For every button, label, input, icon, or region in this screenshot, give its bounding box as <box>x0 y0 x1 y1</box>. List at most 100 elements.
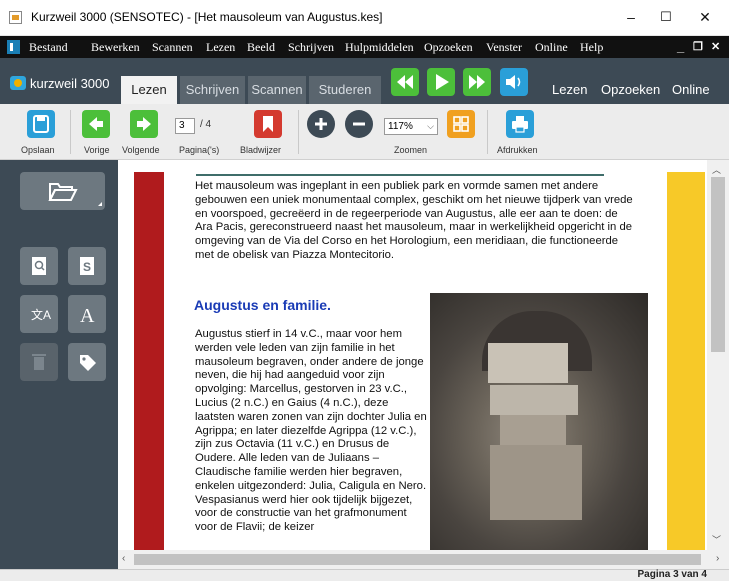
horizontal-scrollbar[interactable]: ‹ › <box>118 550 729 569</box>
save-icon <box>33 115 49 133</box>
red-decoration-bar <box>134 172 164 550</box>
vertical-scrollbar[interactable]: ︿ ﹀ <box>707 160 729 550</box>
bookmark-button[interactable] <box>254 110 282 138</box>
next-page-button[interactable] <box>130 110 158 138</box>
arrow-left-icon <box>89 117 103 131</box>
minimize-button[interactable]: – <box>616 6 646 28</box>
play-button[interactable] <box>427 68 455 96</box>
scroll-left-icon[interactable]: ‹ <box>122 553 125 564</box>
tab-studeren[interactable]: Studeren <box>309 76 381 104</box>
vertical-scroll-thumb[interactable] <box>711 177 725 352</box>
brand: kurzweil 3000 <box>10 76 110 96</box>
save-button[interactable] <box>27 110 55 138</box>
menu-schrijven[interactable]: Schrijven <box>288 40 334 55</box>
zoom-select[interactable]: 117% ⌵ <box>384 118 438 135</box>
menu-bestand[interactable]: Bestand <box>29 40 68 55</box>
play-icon <box>436 74 449 90</box>
tag-button[interactable] <box>68 343 106 381</box>
kurzweil-icon <box>10 76 26 90</box>
save-label: Opslaan <box>21 145 55 155</box>
scroll-right-icon[interactable]: › <box>716 553 719 564</box>
close-button[interactable]: ✕ <box>690 6 720 28</box>
speaker-icon <box>506 75 521 89</box>
svg-text:A: A <box>80 305 95 327</box>
arrow-right-icon <box>137 117 151 131</box>
toolbar-divider <box>298 110 299 154</box>
plus-icon <box>315 118 327 130</box>
tag-icon <box>80 355 96 371</box>
maximize-button[interactable]: ☐ <box>651 6 681 28</box>
nav-online[interactable]: Online <box>672 82 710 97</box>
nav-opzoeken[interactable]: Opzoeken <box>601 82 660 97</box>
search-document-icon <box>32 257 46 275</box>
zoom-out-button[interactable] <box>345 110 373 138</box>
delete-button[interactable] <box>20 343 58 381</box>
rewind-button[interactable] <box>391 68 419 96</box>
nav-lezen[interactable]: Lezen <box>552 82 587 97</box>
find-word-button[interactable] <box>20 247 58 285</box>
zoom-label: Zoomen <box>394 145 428 155</box>
page-label: Pagina('s) <box>179 145 220 155</box>
menu-hulpmiddelen[interactable]: Hulpmiddelen <box>345 40 414 55</box>
svg-text:S: S <box>83 260 91 274</box>
menu-online[interactable]: Online <box>535 40 568 55</box>
fast-forward-button[interactable] <box>463 68 491 96</box>
open-file-button[interactable] <box>20 172 105 210</box>
mausoleum-photo <box>430 293 648 550</box>
toolbar: Opslaan Vorige Volgende Pagina('s) Bladw… <box>0 104 729 160</box>
tab-lezen[interactable]: Lezen <box>121 76 177 104</box>
print-label: Afdrukken <box>497 145 538 155</box>
zoom-in-button[interactable] <box>307 110 335 138</box>
spell-button[interactable]: S <box>68 247 106 285</box>
brand-name: kurzweil 3000 <box>30 76 110 91</box>
app-icon <box>9 11 22 24</box>
spelling-icon: S <box>80 257 94 275</box>
paragraph-2: Augustus stierf in 14 v.C., maar voor he… <box>195 328 427 534</box>
menu-beeld[interactable]: Beeld <box>247 40 275 55</box>
doc-close-button[interactable]: ✕ <box>711 40 720 53</box>
tab-schrijven[interactable]: Schrijven <box>180 76 245 104</box>
menu-scannen[interactable]: Scannen <box>152 40 193 55</box>
volume-button[interactable] <box>500 68 528 96</box>
horizontal-scroll-thumb[interactable] <box>134 554 701 565</box>
scroll-up-icon[interactable]: ︿ <box>712 163 721 176</box>
next-label: Volgende <box>122 145 160 155</box>
minus-icon <box>353 122 365 126</box>
translate-icon: 文A <box>31 307 51 322</box>
window-title: Kurzweil 3000 (SENSOTEC) - [Het mausoleu… <box>31 10 383 24</box>
menu-opzoeken[interactable]: Opzoeken <box>424 40 473 55</box>
menu-bewerken[interactable]: Bewerken <box>91 40 140 55</box>
toolbar-divider <box>487 110 488 154</box>
fit-page-button[interactable] <box>447 110 475 138</box>
folder-open-icon <box>48 183 102 206</box>
kurzweil-logo-icon <box>7 40 20 54</box>
translate-button[interactable]: 文A <box>20 295 58 333</box>
yellow-decoration-bar <box>667 172 705 550</box>
doc-restore-button[interactable]: ❐ <box>693 40 703 53</box>
menu-lezen[interactable]: Lezen <box>206 40 235 55</box>
bookmark-label: Bladwijzer <box>240 145 282 155</box>
prev-page-button[interactable] <box>82 110 110 138</box>
document-viewer[interactable]: Het mausoleum was ingeplant in een publi… <box>118 160 707 550</box>
menu-venster[interactable]: Venster <box>486 40 522 55</box>
trash-icon <box>32 354 46 370</box>
zoom-value: 117% <box>388 121 413 132</box>
printer-icon <box>512 116 528 133</box>
toolbar-divider <box>70 110 71 154</box>
page-total: / 4 <box>200 119 212 130</box>
paragraph-1: Het mausoleum was ingeplant in een publi… <box>195 180 633 261</box>
font-button[interactable]: A <box>68 295 106 333</box>
bookmark-icon <box>263 116 273 132</box>
doc-minimize-button[interactable]: _ <box>677 39 684 54</box>
divider-line <box>196 174 604 176</box>
menu-bar: Bestand Bewerken Scannen Lezen Beeld Sch… <box>0 36 729 58</box>
font-icon: A <box>80 305 95 327</box>
page-number-input[interactable]: 3 <box>175 118 195 134</box>
scroll-down-icon[interactable]: ﹀ <box>712 533 721 546</box>
svg-text:文A: 文A <box>31 307 51 322</box>
tab-scannen[interactable]: Scannen <box>248 76 306 104</box>
print-button[interactable] <box>506 110 534 138</box>
grid-icon <box>453 116 469 132</box>
title-bar: Kurzweil 3000 (SENSOTEC) - [Het mausoleu… <box>0 0 729 36</box>
menu-help[interactable]: Help <box>580 40 603 55</box>
